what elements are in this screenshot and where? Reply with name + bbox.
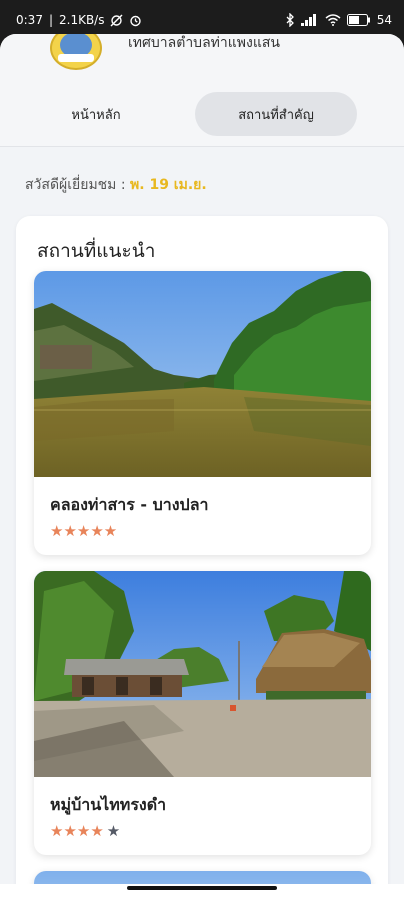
- rating-stars: ★★★★★: [50, 524, 120, 539]
- network-speed: 2.1KB/s: [59, 13, 105, 27]
- section-title: สถานที่แนะนำ: [37, 240, 156, 262]
- app-header: เทศบาลตำบลท่าแพงแสน หน้าหลัก สถานที่สำคั…: [0, 34, 404, 147]
- greeting-text: สวัสดีผู้เยี่ยมชม :: [25, 177, 126, 193]
- greeting: สวัสดีผู้เยี่ยมชม : พ. 19 เม.ย.: [25, 174, 207, 196]
- battery-level: 54: [376, 13, 392, 27]
- place-photo-canal: [34, 271, 371, 477]
- wifi-icon: [325, 14, 341, 26]
- filled-stars: ★★★★: [50, 822, 104, 840]
- filled-stars: ★★★★★: [50, 522, 118, 540]
- tab-places[interactable]: สถานที่สำคัญ: [195, 92, 357, 136]
- status-time: 0:37: [16, 13, 43, 27]
- rating-stars: ★★★★ ★: [50, 824, 120, 839]
- empty-stars: ★: [106, 822, 121, 840]
- alarm-icon: [130, 15, 142, 26]
- greeting-date: พ. 19 เม.ย.: [130, 177, 207, 193]
- signal-icon: [300, 14, 316, 26]
- sync-off-icon: [110, 14, 123, 26]
- battery-icon: [346, 14, 370, 26]
- divider: |: [48, 13, 53, 27]
- place-photo-village: [34, 571, 371, 777]
- org-name: เทศบาลตำบลท่าแพงแสน: [128, 35, 280, 51]
- municipality-logo: [50, 34, 102, 70]
- tab-home[interactable]: หน้าหลัก: [46, 92, 146, 136]
- place-card[interactable]: หมู่บ้านไททรงดำ ★★★★ ★: [34, 571, 371, 855]
- place-name: คลองท่าสาร - บางปลา: [50, 495, 209, 514]
- place-name: หมู่บ้านไททรงดำ: [50, 795, 167, 814]
- home-gesture-bar[interactable]: [127, 886, 277, 890]
- bluetooth-icon: [286, 13, 294, 27]
- place-card[interactable]: คลองท่าสาร - บางปลา ★★★★★: [34, 271, 371, 555]
- recommended-places-panel: สถานที่แนะนำ คลองท่าสาร - บางปลา ★★★★★ ห…: [16, 216, 388, 884]
- place-photo-partial: [34, 871, 371, 884]
- app-sheet: เทศบาลตำบลท่าแพงแสน หน้าหลัก สถานที่สำคั…: [0, 34, 404, 884]
- place-card-partial[interactable]: [34, 871, 371, 884]
